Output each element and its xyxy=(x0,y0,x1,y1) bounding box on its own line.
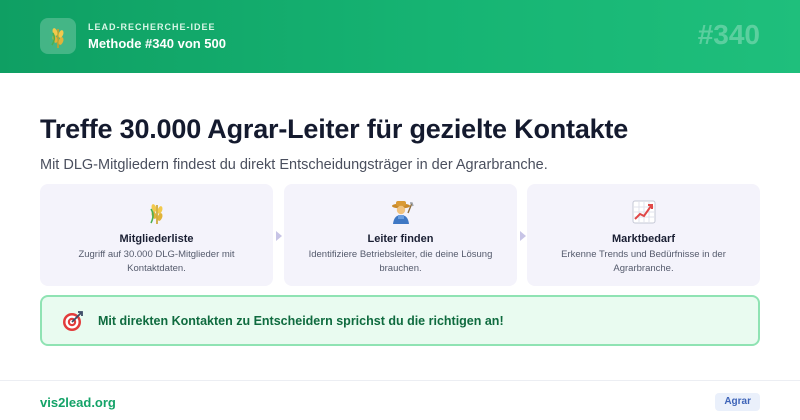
card-title: Leiter finden xyxy=(367,233,434,245)
footer-website-link[interactable]: vis2lead.org xyxy=(40,395,116,410)
method-number: #340 xyxy=(697,19,760,50)
card-marktbedarf: Marktbedarf Erkenne Trends und Bedürfnis… xyxy=(527,184,760,286)
footer-divider xyxy=(0,380,800,381)
farmer-icon xyxy=(284,199,517,225)
chevron-right-icon xyxy=(520,231,526,241)
card-leiter-finden: Leiter finden Identifiziere Betriebsleit… xyxy=(284,184,517,286)
card-title: Marktbedarf xyxy=(612,233,675,245)
header-bar: LEAD-RECHERCHE-IDEE Methode #340 von 500… xyxy=(0,0,800,73)
page-subtitle: Mit DLG-Mitgliedern findest du direkt En… xyxy=(40,157,548,173)
wheat-icon xyxy=(40,18,76,54)
page-title: Treffe 30.000 Agrar-Leiter für gezielte … xyxy=(40,114,629,144)
category-badge: Agrar xyxy=(715,393,760,411)
target-icon xyxy=(62,310,84,332)
card-mitgliederliste: Mitgliederliste Zugriff auf 30.000 DLG-M… xyxy=(40,184,273,286)
chart-increasing-icon xyxy=(527,199,760,225)
banner-text: Mit direkten Kontakten zu Entscheidern s… xyxy=(98,314,504,328)
header-kicker: LEAD-RECHERCHE-IDEE xyxy=(88,22,216,32)
card-description: Erkenne Trends und Bedürfnisse in der Ag… xyxy=(561,249,726,274)
card-description: Zugriff auf 30.000 DLG-Mitglieder mit Ko… xyxy=(78,249,235,274)
chevron-right-icon xyxy=(276,231,282,241)
method-counter: Methode #340 von 500 xyxy=(88,36,226,51)
highlight-banner: Mit direkten Kontakten zu Entscheidern s… xyxy=(40,295,760,346)
wheat-icon xyxy=(40,199,273,225)
card-title: Mitgliederliste xyxy=(119,233,194,245)
card-description: Identifiziere Betriebsleiter, die deine … xyxy=(308,249,493,274)
